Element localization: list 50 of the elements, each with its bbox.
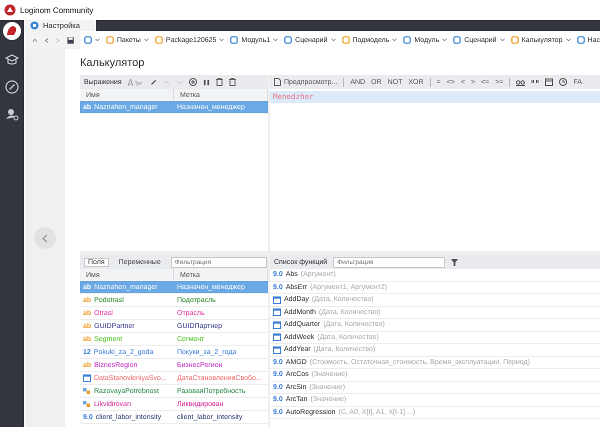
compass-icon[interactable] <box>5 80 19 94</box>
caret-icon <box>566 38 571 42</box>
add-icon[interactable] <box>188 78 197 86</box>
node-icon <box>403 36 412 44</box>
calendar-icon <box>273 346 281 354</box>
save-icon[interactable] <box>66 36 74 44</box>
trash-icon[interactable] <box>228 78 236 86</box>
caret-icon <box>330 38 336 42</box>
user-settings-icon[interactable] <box>5 107 19 121</box>
caret-icon <box>94 38 100 42</box>
chevron-left-icon <box>42 234 48 242</box>
node-icon <box>510 36 519 44</box>
window-title: Loginom Community <box>20 6 94 14</box>
logo-icon <box>3 22 21 40</box>
string-icon[interactable] <box>516 78 526 86</box>
calendar-icon <box>83 374 91 382</box>
calendar-icon <box>273 308 281 316</box>
calendar-icon[interactable] <box>545 78 554 86</box>
caret-icon <box>500 38 505 42</box>
node-icon <box>154 36 163 44</box>
document-icon <box>274 78 281 86</box>
page-title: Калькулятор <box>80 57 146 71</box>
node-icon <box>576 36 585 44</box>
caret-icon <box>273 38 278 42</box>
back-icon[interactable] <box>44 36 50 44</box>
up-icon[interactable] <box>32 36 38 44</box>
caret-icon <box>219 38 224 42</box>
caret-icon <box>144 38 149 42</box>
node-icon <box>342 36 350 44</box>
calendar-icon <box>273 333 281 342</box>
filter-icon[interactable] <box>451 258 458 266</box>
columns-icon[interactable] <box>202 78 210 86</box>
quotes-icon[interactable] <box>531 80 540 84</box>
node-icon <box>230 36 238 44</box>
cap-icon[interactable] <box>5 53 19 67</box>
pencil-icon[interactable] <box>150 78 157 86</box>
caret-icon <box>442 38 448 42</box>
breadcrumb[interactable] <box>84 36 100 44</box>
node-icon <box>84 36 92 44</box>
node-icon <box>106 36 114 44</box>
calendar-icon <box>273 320 281 329</box>
node-icon <box>453 36 462 44</box>
node-icon <box>284 36 292 44</box>
logo-icon <box>4 4 16 16</box>
toggle-icon <box>83 387 91 395</box>
calendar-icon <box>273 296 281 304</box>
clock-icon[interactable] <box>559 78 568 86</box>
trash-icon[interactable] <box>216 78 223 86</box>
caret-icon <box>392 38 398 42</box>
toggle-icon <box>83 400 91 408</box>
